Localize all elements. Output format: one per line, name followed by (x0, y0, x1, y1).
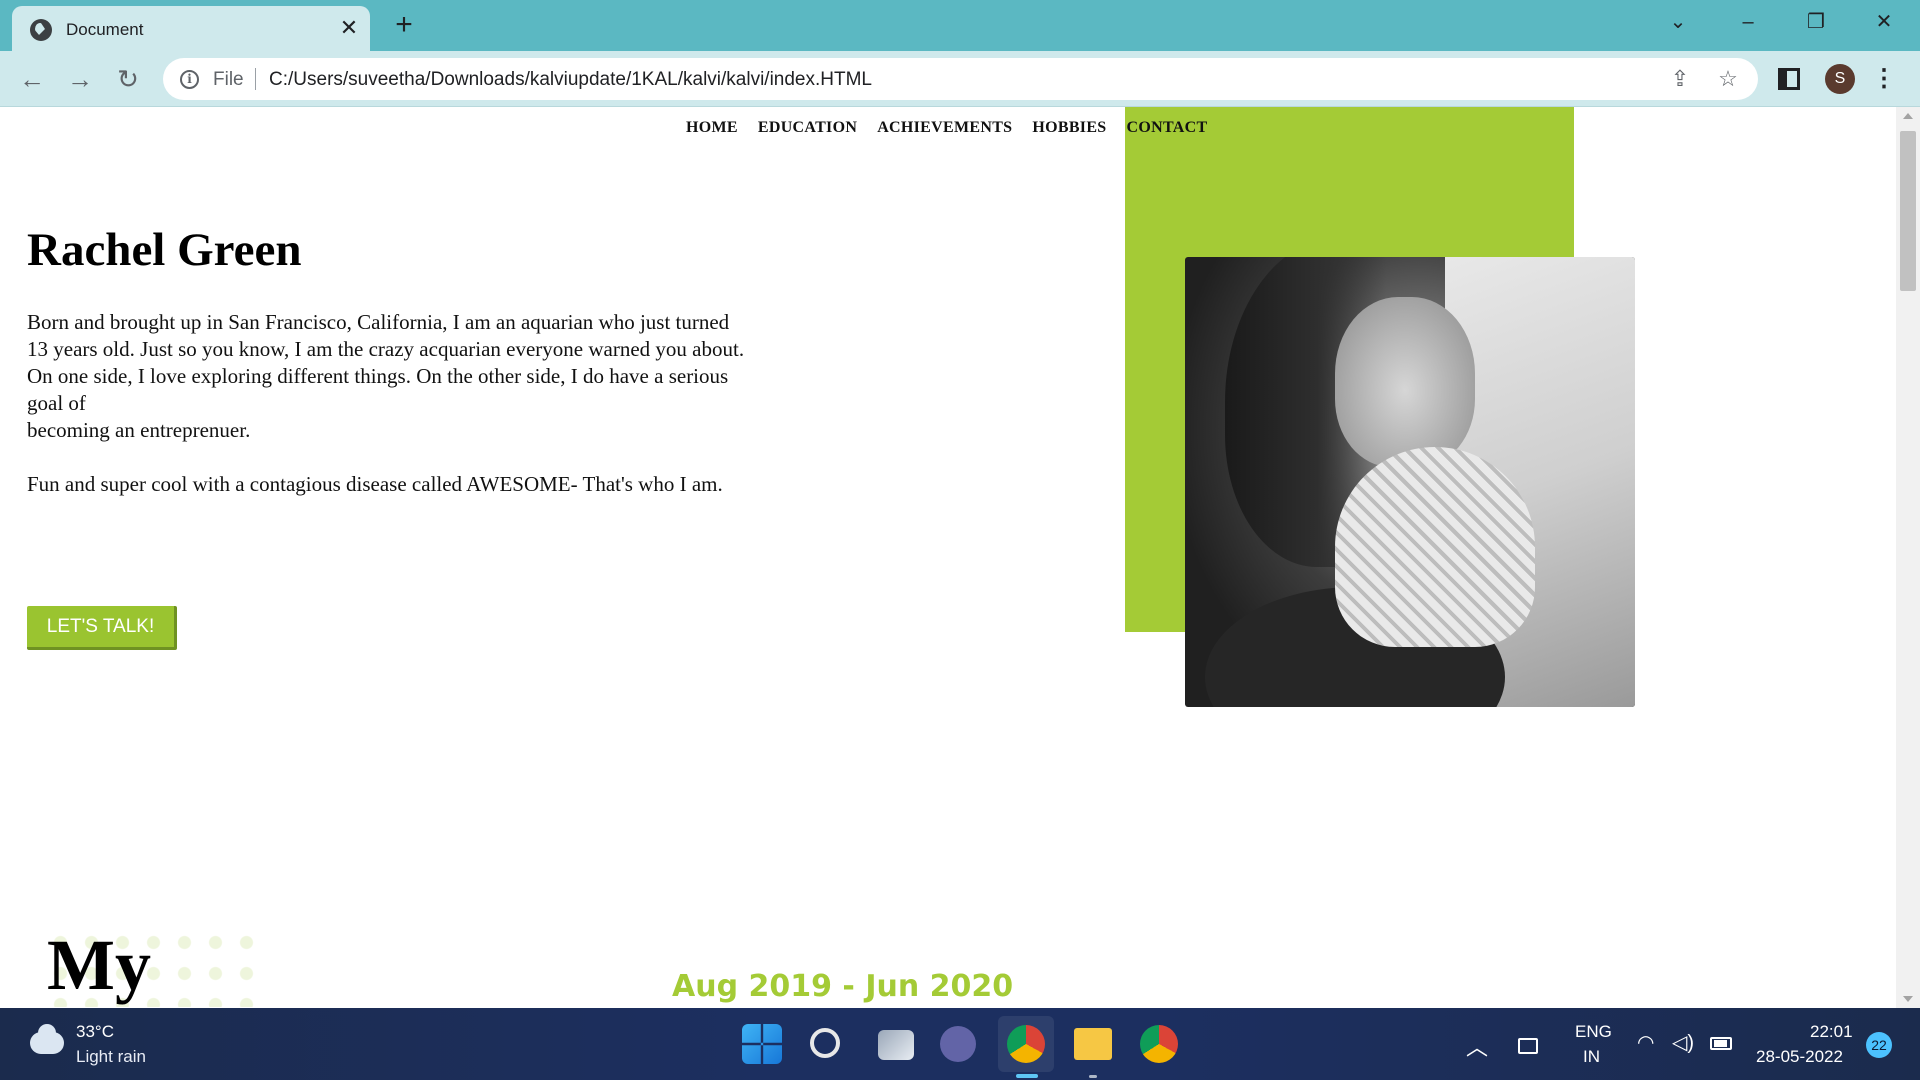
security-label: File (213, 69, 244, 90)
minimize-button[interactable]: – (1728, 6, 1768, 38)
bio-paragraph: Born and brought up in San Francisco, Ca… (27, 310, 745, 442)
site-nav: HOME EDUCATION ACHIEVEMENTS HOBBIES CONT… (686, 119, 1207, 137)
scroll-up-arrow-icon[interactable] (1903, 113, 1913, 119)
windows-start-icon[interactable] (742, 1024, 782, 1064)
nav-contact[interactable]: CONTACT (1127, 119, 1208, 137)
active-app-indicator (1016, 1074, 1038, 1078)
profile-photo (1185, 257, 1635, 707)
profile-avatar[interactable]: S (1825, 64, 1855, 94)
restore-button[interactable]: ❐ (1796, 6, 1836, 38)
clock-date[interactable]: 28-05-2022 (1756, 1047, 1843, 1067)
weather-condition[interactable]: Light rain (76, 1047, 146, 1067)
os-taskbar: 33°C Light rain ︿ ENG IN ◠ ◁) 22:01 28-0… (0, 1008, 1920, 1080)
file-explorer-icon[interactable] (1074, 1028, 1112, 1060)
running-app-indicator (1089, 1075, 1097, 1078)
address-separator (255, 68, 256, 90)
back-arrow-icon[interactable]: ← (14, 61, 50, 97)
url-text[interactable]: C:/Users/suveetha/Downloads/kalviupdate/… (269, 69, 872, 91)
browser-tab-strip: Document ✕ + ⌄ – ❐ ✕ (0, 0, 1920, 51)
nav-achievements[interactable]: ACHIEVEMENTS (877, 119, 1012, 137)
touch-keyboard-icon[interactable] (1518, 1038, 1538, 1054)
close-tab-icon[interactable]: ✕ (336, 15, 362, 41)
scroll-thumb[interactable] (1900, 131, 1916, 291)
bio-text: Born and brought up in San Francisco, Ca… (27, 309, 857, 498)
page-viewport: HOME EDUCATION ACHIEVEMENTS HOBBIES CONT… (0, 107, 1896, 1008)
nav-hobbies[interactable]: HOBBIES (1032, 119, 1106, 137)
battery-icon[interactable] (1710, 1037, 1732, 1050)
browser-tab[interactable]: Document ✕ (12, 6, 370, 51)
chat-icon[interactable] (940, 1026, 976, 1062)
weather-temp[interactable]: 33°C (76, 1022, 114, 1042)
browser-toolbar: ← → ↻ i File C:/Users/suveetha/Downloads… (0, 51, 1920, 107)
reload-icon[interactable]: ↻ (110, 61, 146, 97)
chrome-profile-icon[interactable] (1140, 1025, 1178, 1063)
language-region[interactable]: IN (1583, 1047, 1600, 1067)
language-indicator[interactable]: ENG (1575, 1022, 1612, 1042)
tab-search-icon[interactable]: ⌄ (1658, 6, 1698, 38)
info-icon[interactable]: i (180, 70, 199, 89)
show-hidden-icons-icon[interactable]: ︿ (1466, 1030, 1488, 1062)
cloud-rain-icon[interactable] (30, 1024, 64, 1054)
nav-education[interactable]: EDUCATION (758, 119, 857, 137)
forward-arrow-icon[interactable]: → (62, 61, 98, 97)
new-tab-button[interactable]: + (388, 9, 420, 41)
volume-icon[interactable]: ◁) (1672, 1030, 1694, 1055)
clock-time[interactable]: 22:01 (1810, 1022, 1853, 1042)
nav-home[interactable]: HOME (686, 119, 738, 137)
menu-kebab-icon[interactable]: ⋮ (1872, 63, 1896, 95)
address-bar[interactable]: i File C:/Users/suveetha/Downloads/kalvi… (163, 58, 1758, 100)
window-close-button[interactable]: ✕ (1864, 6, 1904, 38)
lets-talk-button[interactable]: LET'S TALK! (27, 606, 177, 650)
globe-icon (30, 19, 52, 41)
side-panel-icon[interactable] (1778, 68, 1800, 90)
timeline-date: Aug 2019 - Jun 2020 (672, 969, 1014, 1004)
chrome-icon[interactable] (1007, 1025, 1045, 1063)
wifi-icon[interactable]: ◠ (1637, 1030, 1654, 1055)
hero-name: Rachel Green (27, 224, 302, 276)
search-icon[interactable] (810, 1028, 840, 1058)
bookmark-star-icon[interactable]: ☆ (1713, 64, 1743, 94)
task-view-icon[interactable] (878, 1030, 914, 1060)
share-icon[interactable]: ⇪ (1665, 64, 1695, 94)
tab-title: Document (66, 20, 144, 39)
tagline: Fun and super cool with a contagious dis… (27, 472, 723, 496)
scroll-down-arrow-icon[interactable] (1903, 996, 1913, 1002)
notification-badge[interactable]: 22 (1866, 1032, 1892, 1058)
section-title: My (47, 925, 151, 1005)
page-scrollbar[interactable] (1896, 107, 1920, 1008)
